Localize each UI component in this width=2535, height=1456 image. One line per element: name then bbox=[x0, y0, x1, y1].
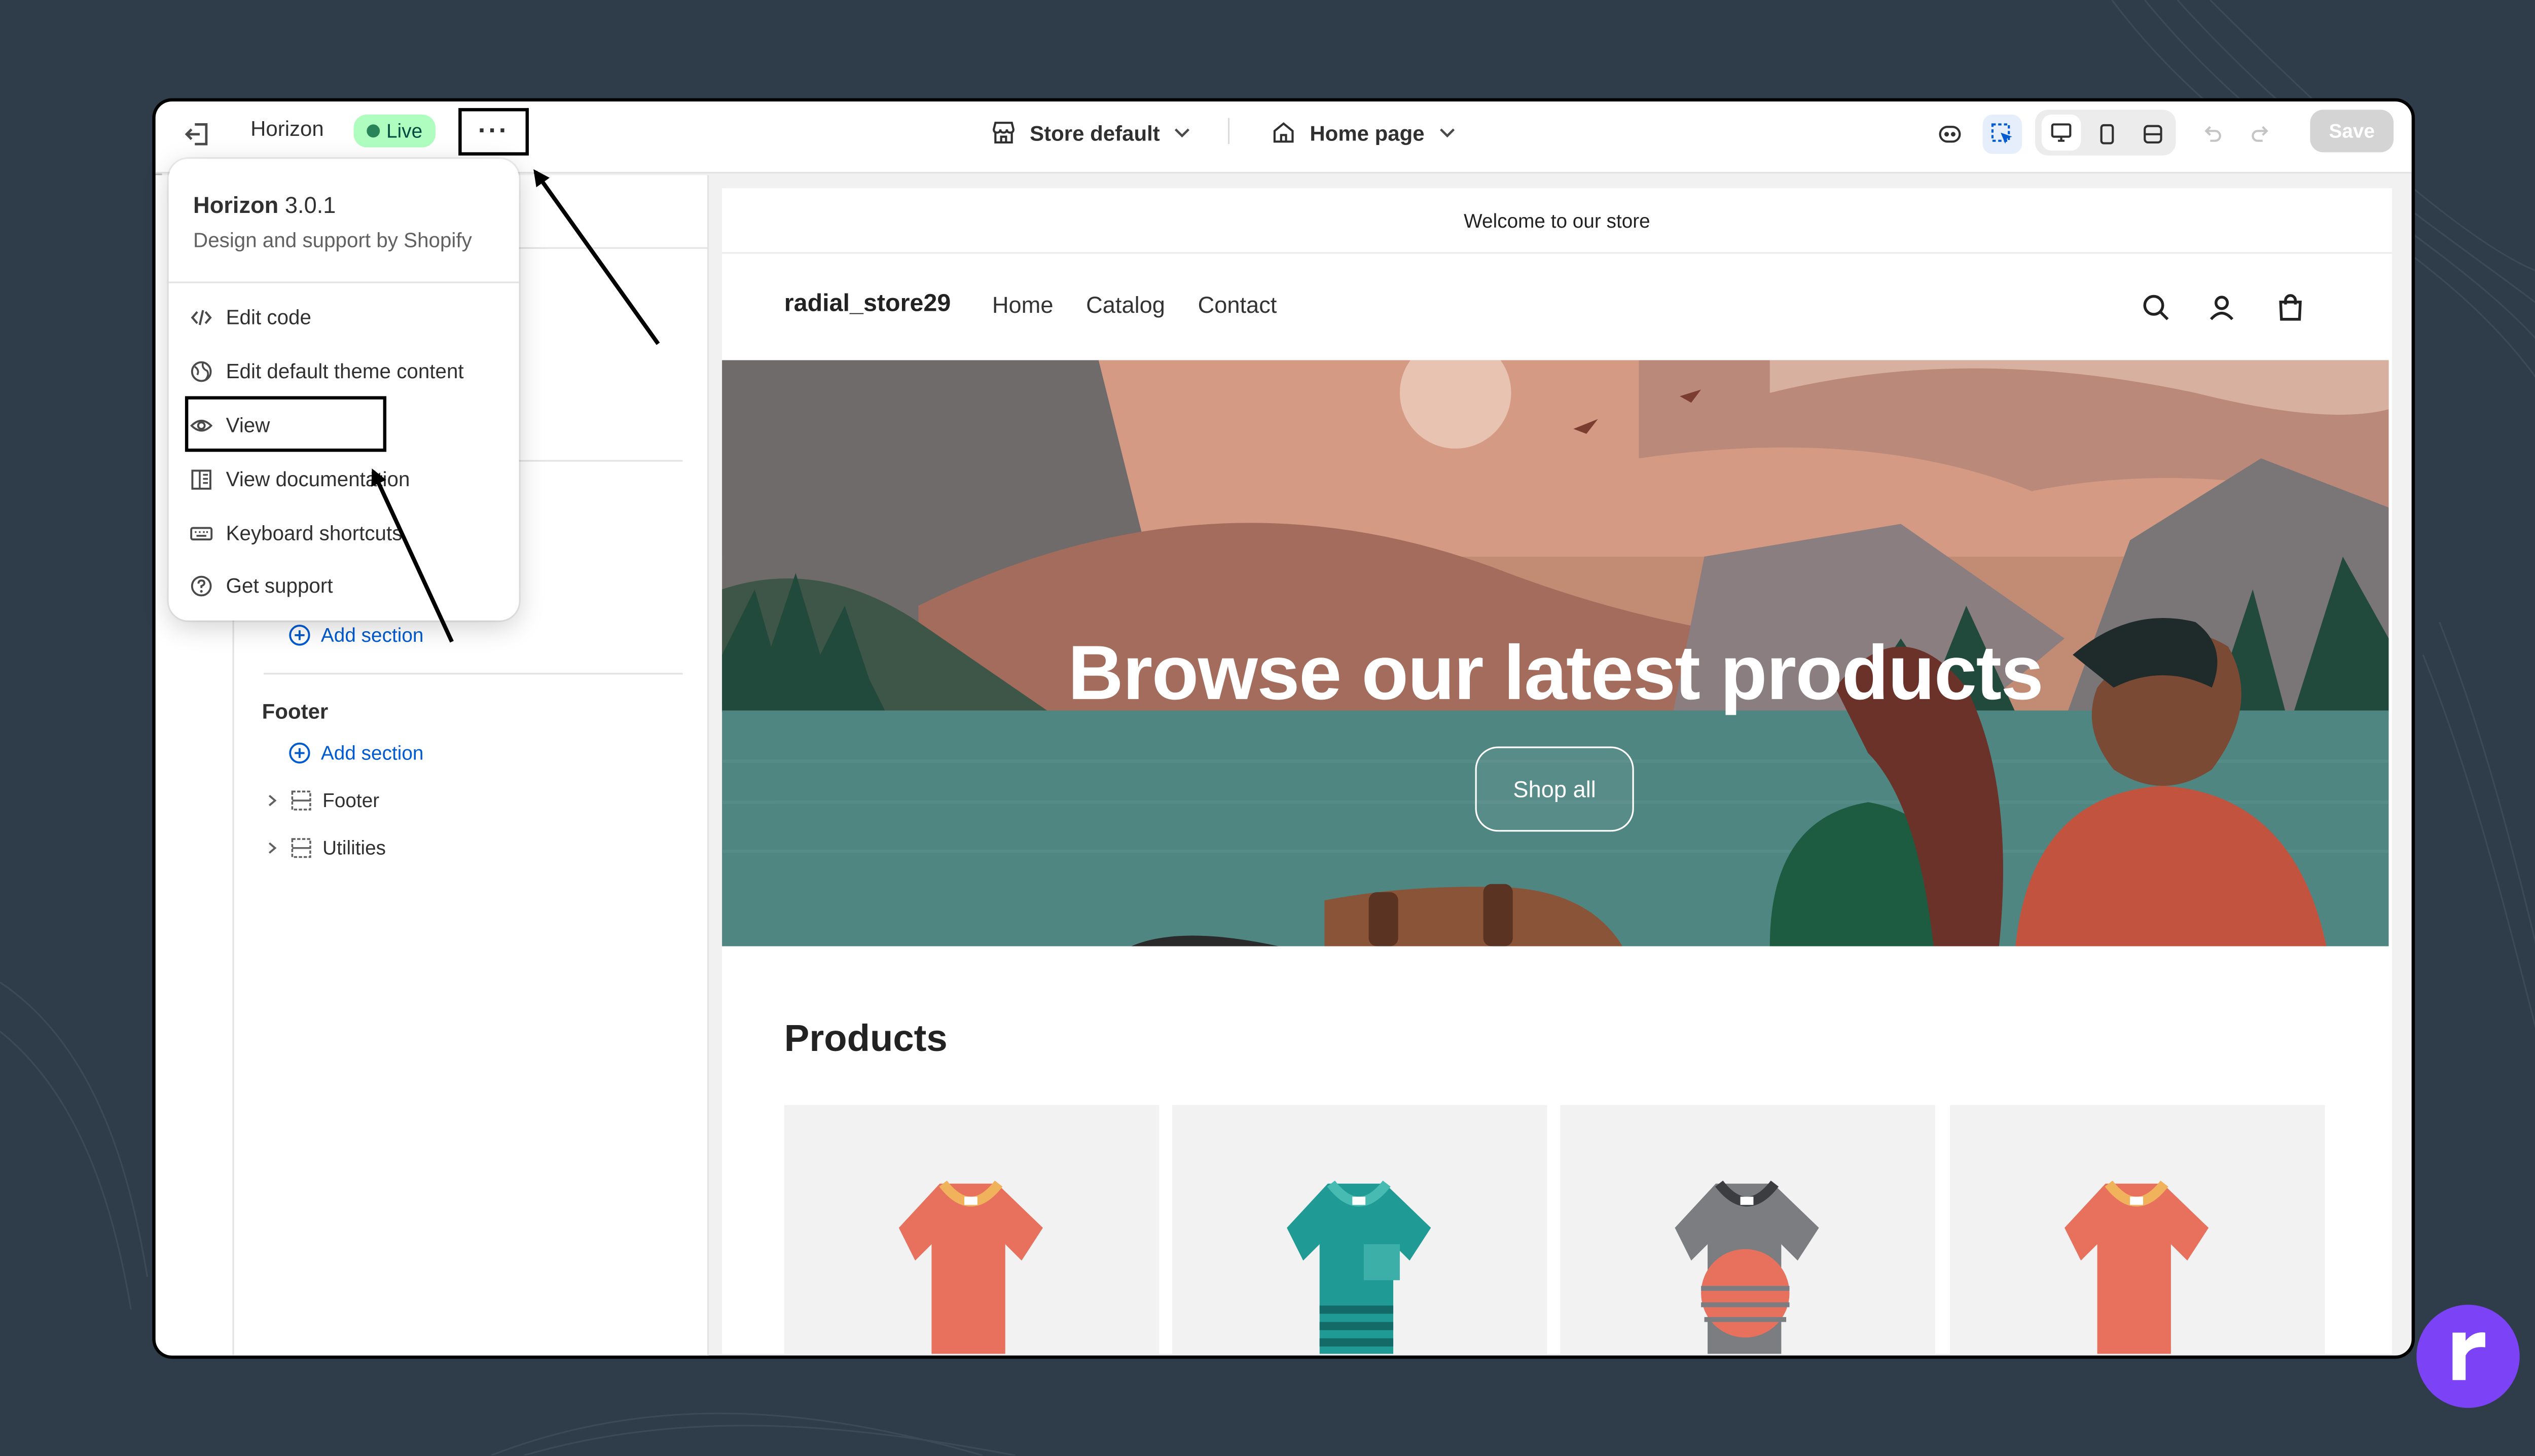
footer-add-section-button[interactable]: Add section bbox=[288, 742, 423, 765]
product-card[interactable] bbox=[1560, 1105, 1935, 1354]
search-icon[interactable] bbox=[2140, 292, 2173, 324]
home-icon bbox=[1273, 122, 1294, 143]
store-selector[interactable]: Store default bbox=[991, 116, 1193, 149]
nav-link-home[interactable]: Home bbox=[992, 292, 1054, 318]
undo-icon bbox=[2204, 126, 2221, 142]
code-icon bbox=[191, 310, 212, 325]
fullscreen-view-button[interactable] bbox=[2133, 115, 2173, 154]
menu-item-view-documentation[interactable]: View documentation bbox=[190, 462, 410, 498]
tshirt-teal-image bbox=[1287, 1180, 1431, 1354]
cursor-select-icon bbox=[1991, 123, 2012, 144]
brand-r-icon bbox=[2452, 1332, 2485, 1380]
sidekick-icon bbox=[1939, 126, 1961, 143]
store-logo-text[interactable]: radial_store29 bbox=[784, 290, 951, 318]
plus-circle-icon bbox=[289, 742, 310, 764]
chevron-right-icon bbox=[268, 842, 277, 854]
menu-item-keyboard-shortcuts[interactable]: Keyboard shortcuts bbox=[190, 516, 402, 552]
inspector-button[interactable] bbox=[1982, 115, 2022, 154]
globe-icon bbox=[191, 361, 212, 382]
menu-item-get-support[interactable]: Get support bbox=[190, 568, 333, 604]
nav-link-contact[interactable]: Contact bbox=[1198, 292, 1277, 318]
storefront-preview: Welcome to our store radial_store29 Home… bbox=[722, 188, 2392, 1354]
add-section-button[interactable]: Add section bbox=[288, 624, 423, 647]
cart-icon[interactable] bbox=[2274, 292, 2307, 324]
section-item-utilities[interactable]: Utilities bbox=[264, 836, 386, 859]
chevron-right-icon bbox=[268, 794, 277, 807]
store-icon bbox=[993, 122, 1015, 144]
tshirt-orange-image bbox=[898, 1180, 1043, 1354]
store-nav: Home Catalog Contact bbox=[992, 292, 1277, 318]
announcement-bar: Welcome to our store bbox=[722, 188, 2392, 254]
live-dot-icon bbox=[367, 124, 380, 138]
expand-icon bbox=[2144, 125, 2162, 144]
menu-item-edit-code[interactable]: Edit code bbox=[190, 300, 311, 336]
more-actions-button[interactable]: ··· bbox=[458, 108, 529, 156]
menu-item-edit-theme-content[interactable]: Edit default theme content bbox=[190, 354, 464, 390]
view-highlight-box bbox=[185, 396, 387, 452]
menu-theme-subtitle: Design and support by Shopify bbox=[193, 229, 472, 252]
desktop-view-button[interactable] bbox=[2041, 115, 2081, 151]
divider bbox=[1227, 118, 1230, 144]
product-card[interactable] bbox=[1172, 1105, 1547, 1354]
store-selector-label: Store default bbox=[1030, 120, 1160, 145]
section-layout-icon bbox=[291, 790, 311, 811]
brand-logo bbox=[2416, 1304, 2520, 1408]
redo-button[interactable] bbox=[2241, 115, 2281, 154]
menu-theme-title: Horizon 3.0.1 bbox=[193, 191, 336, 218]
mobile-icon bbox=[2100, 124, 2114, 144]
account-icon[interactable] bbox=[2205, 292, 2238, 324]
undo-button[interactable] bbox=[2192, 115, 2232, 154]
tshirt-grey-image bbox=[1675, 1180, 1819, 1354]
section-item-footer[interactable]: Footer bbox=[264, 789, 379, 812]
divider bbox=[168, 281, 519, 283]
nav-link-catalog[interactable]: Catalog bbox=[1086, 292, 1165, 318]
redo-icon bbox=[2252, 126, 2268, 142]
ai-assistant-button[interactable] bbox=[1930, 115, 1970, 154]
page-selector[interactable]: Home page bbox=[1271, 116, 1457, 149]
plus-circle-icon bbox=[289, 625, 310, 646]
products-heading: Products bbox=[784, 1016, 948, 1060]
section-layout-icon bbox=[291, 838, 311, 858]
hero-heading: Browse our latest products bbox=[1068, 629, 2044, 716]
ellipsis-icon: ··· bbox=[478, 117, 510, 145]
theme-actions-menu: Horizon 3.0.1 Design and support by Shop… bbox=[168, 159, 519, 621]
product-card[interactable] bbox=[1949, 1105, 2325, 1354]
question-circle-icon bbox=[191, 575, 212, 597]
book-icon bbox=[191, 469, 211, 490]
divider bbox=[263, 673, 683, 675]
theme-name: Horizon bbox=[250, 116, 324, 141]
chevron-down-icon bbox=[1175, 128, 1190, 138]
page-selector-label: Home page bbox=[1310, 120, 1425, 145]
chevron-down-icon bbox=[1440, 128, 1455, 138]
save-button[interactable]: Save bbox=[2310, 110, 2394, 153]
product-card[interactable] bbox=[784, 1105, 1160, 1354]
mobile-view-button[interactable] bbox=[2087, 115, 2127, 154]
footer-group-heading: Footer bbox=[262, 699, 329, 724]
tshirt-orange-image bbox=[2065, 1180, 2209, 1354]
keyboard-icon bbox=[190, 527, 213, 540]
desktop-icon bbox=[2051, 123, 2072, 142]
exit-icon[interactable] bbox=[182, 118, 214, 151]
live-badge: Live bbox=[353, 115, 436, 148]
shop-all-button[interactable]: Shop all bbox=[1475, 746, 1634, 832]
